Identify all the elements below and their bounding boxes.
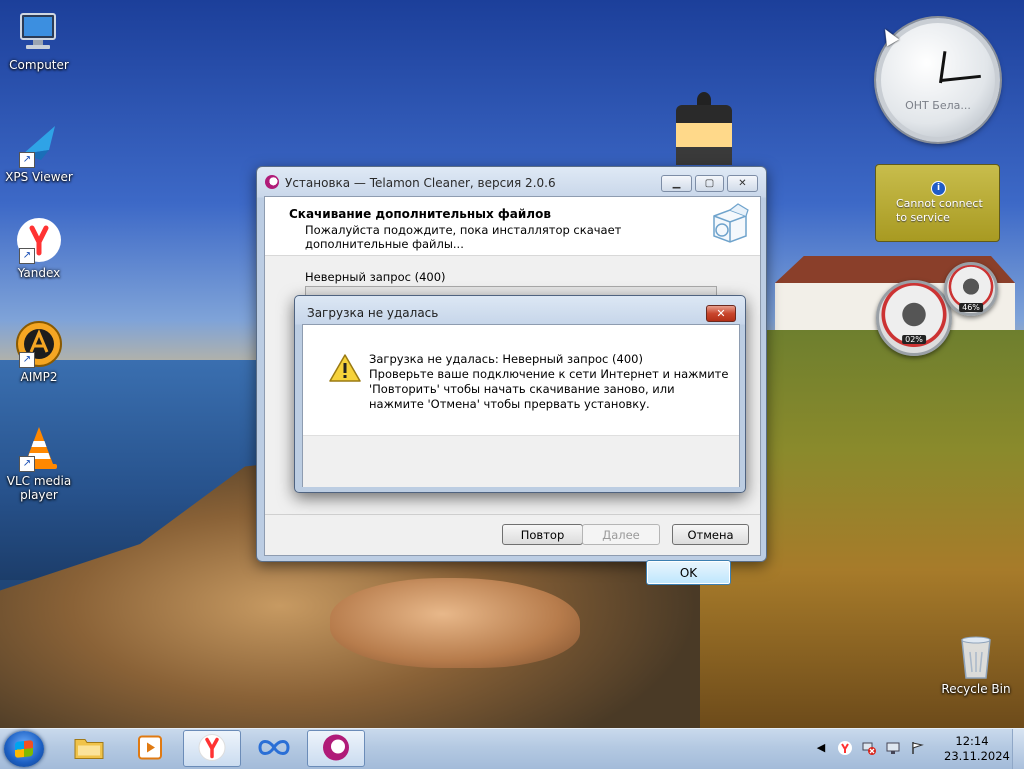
error-dialog-footer: OK — [303, 435, 739, 585]
weather-message: Cannot connect to service — [896, 197, 983, 224]
yandex-tray-icon[interactable] — [838, 741, 852, 755]
shortcut-arrow-icon: ↗ — [19, 248, 35, 264]
maximize-button[interactable]: ▢ — [695, 175, 724, 192]
desktop-icon-aimp2[interactable]: ↗ AIMP2 — [1, 320, 77, 384]
shortcut-arrow-icon: ↗ — [19, 352, 35, 368]
header-subtitle: Пожалуйста подождите, пока инсталлятор с… — [305, 223, 622, 251]
taskbar-explorer[interactable] — [60, 730, 118, 767]
media-player-icon — [137, 734, 163, 763]
error-dialog-body: Загрузка не удалась: Неверный запрос (40… — [302, 324, 740, 585]
taskbar-clock[interactable]: 12:14 23.11.2024 — [944, 734, 1010, 764]
shortcut-arrow-icon: ↗ — [19, 456, 35, 472]
memory-meter-gadget[interactable]: 46% — [944, 262, 998, 316]
explorer-icon — [74, 734, 104, 763]
retry-button[interactable]: Повтор — [502, 524, 583, 545]
taskbar-telamon-cleaner[interactable] — [307, 730, 365, 767]
desktop-icon-recycle-bin[interactable]: Recycle Bin — [940, 632, 1012, 696]
rock — [330, 578, 580, 668]
warning-icon — [329, 353, 361, 383]
clock-time: 12:14 — [955, 734, 989, 748]
cpu-value: 02% — [902, 335, 926, 344]
shortcut-arrow-icon: ↗ — [19, 152, 35, 168]
clock-label: ОНТ Бела... — [905, 99, 971, 112]
clock-minute-hand — [940, 74, 981, 82]
weather-gadget[interactable]: i Cannot connect to service — [875, 164, 1000, 242]
cpu-meter-gadget[interactable]: 02% — [876, 280, 952, 356]
desktop-icon-yandex[interactable]: ↗ Yandex — [1, 216, 77, 280]
taskbar-infinity-app[interactable] — [245, 730, 303, 767]
start-button[interactable] — [4, 731, 44, 767]
computer-icon — [15, 8, 63, 56]
taskbar-media-player[interactable] — [121, 730, 179, 767]
close-button[interactable]: ✕ — [727, 175, 758, 192]
header-title: Скачивание дополнительных файлов — [289, 207, 551, 221]
memory-value: 46% — [959, 303, 983, 312]
installer-title: Установка — Telamon Cleaner, версия 2.0.… — [285, 176, 556, 190]
package-box-icon — [708, 202, 752, 246]
xps-viewer-icon: ↗ — [15, 120, 63, 168]
desktop-icon-label: XPS Viewer — [5, 170, 73, 184]
info-icon: i — [931, 181, 946, 196]
lighthouse — [676, 105, 732, 165]
telamon-cleaner-icon — [322, 733, 350, 764]
show-hidden-icons[interactable]: ◀ — [814, 741, 828, 755]
taskbar: ◀ 12:14 23.11.2024 — [0, 728, 1024, 769]
desktop-icon-label: AIMP2 — [20, 370, 58, 384]
desktop-icon-label: VLC media player — [6, 474, 72, 502]
error-dialog-close-button[interactable]: ✕ — [706, 305, 736, 322]
clock-date: 23.11.2024 — [944, 749, 1010, 763]
desktop-icon-label: Yandex — [17, 266, 61, 280]
flag-icon[interactable] — [910, 741, 924, 755]
desktop-icon-xps-viewer[interactable]: ↗ XPS Viewer — [1, 120, 77, 184]
error-message: Загрузка не удалась: Неверный запрос (40… — [369, 352, 729, 411]
error-dialog[interactable]: Загрузка не удалась ✕ Загрузка не удалас… — [294, 295, 746, 585]
yandex-icon: ↗ — [15, 216, 63, 264]
desktop-icon-computer[interactable]: Computer — [1, 8, 77, 72]
minimize-button[interactable]: ▁ — [661, 175, 692, 192]
telamon-logo-icon — [265, 175, 279, 189]
next-button[interactable]: Далее — [582, 524, 660, 545]
recycle-bin-label: Recycle Bin — [941, 682, 1011, 696]
infinity-app-icon — [257, 737, 291, 760]
windows-logo-icon — [15, 740, 33, 758]
button-row-divider — [265, 514, 760, 515]
recycle-bin-icon — [956, 632, 996, 680]
network-error-icon[interactable] — [862, 741, 876, 755]
desktop-icon-vlc[interactable]: ↗ VLC media player — [1, 424, 77, 502]
desktop-icon-label: Computer — [9, 58, 69, 72]
show-desktop-button[interactable] — [1012, 729, 1024, 769]
display-icon[interactable] — [886, 741, 900, 755]
download-status: Неверный запрос (400) — [305, 270, 446, 284]
vlc-icon: ↗ — [15, 424, 63, 472]
taskbar-yandex-browser[interactable] — [183, 730, 241, 767]
cancel-button[interactable]: Отмена — [672, 524, 749, 545]
installer-header: Скачивание дополнительных файлов Пожалуй… — [265, 197, 760, 256]
yandex-browser-icon — [198, 733, 226, 764]
error-dialog-title: Загрузка не удалась — [307, 306, 439, 320]
aimp-icon: ↗ — [15, 320, 63, 368]
ok-button[interactable]: OK — [646, 560, 731, 585]
